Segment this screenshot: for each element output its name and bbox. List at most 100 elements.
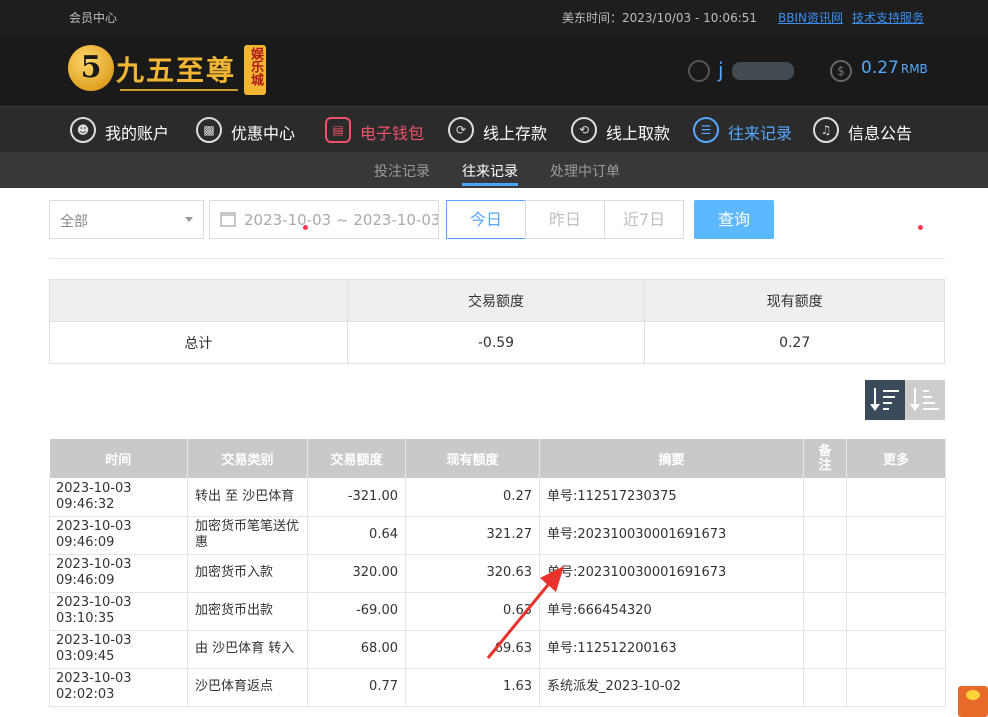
cell-time: 2023-10-03 09:46:09 — [49, 516, 188, 555]
wallet-icon: ▤ — [325, 117, 351, 143]
yesterday-button[interactable]: 昨日 — [525, 200, 605, 239]
announcements-notification-dot — [918, 225, 923, 230]
tech-support-link[interactable]: 技术支持服务 — [852, 9, 924, 26]
gift-box-icon[interactable] — [958, 686, 988, 717]
logo-tag: 娱乐城 — [244, 45, 266, 95]
server-time: 美东时间：2023/10/03 - 10:06:51 — [562, 11, 758, 25]
col-balance: 现有额度 — [405, 439, 540, 478]
cell-type: 加密货币入款 — [187, 554, 308, 593]
user-avatar-icon — [688, 60, 710, 82]
summary-header-current: 现有额度 — [644, 279, 945, 322]
cell-amount: 320.00 — [307, 554, 406, 593]
summary-total-label: 总计 — [49, 321, 348, 364]
deposit-icon: ⟳ — [448, 117, 474, 143]
site-logo[interactable]: 5 九五至尊 娱乐城 — [68, 45, 270, 97]
nav-label: 线上取款 — [606, 124, 671, 143]
top-bar: 会员中心 美东时间：2023/10/03 - 10:06:51 BBIN资讯网 … — [0, 0, 988, 34]
cell-remark — [803, 554, 847, 593]
cell-amount: -321.00 — [307, 478, 406, 517]
summary-header-empty — [49, 279, 348, 322]
bell-icon: ♫ — [813, 117, 839, 143]
cell-type: 沙巴体育返点 — [187, 668, 308, 707]
cell-amount: 0.77 — [307, 668, 406, 707]
cell-remark — [803, 478, 847, 517]
cell-type: 加密货币出款 — [187, 592, 308, 631]
sort-ascending-icon[interactable] — [905, 380, 945, 420]
cell-remark — [803, 592, 847, 631]
nav-label: 电子钱包 — [360, 124, 425, 143]
table-row: 2023-10-03 02:02:03 沙巴体育返点 0.77 1.63 系统派… — [49, 668, 946, 707]
query-button[interactable]: 查询 — [694, 200, 774, 239]
table-row: 2023-10-03 09:46:09 加密货币笔笔送优惠 0.64 321.2… — [49, 516, 946, 555]
nav-label: 往来记录 — [728, 124, 793, 143]
nav-label: 我的账户 — [105, 124, 170, 143]
last-7-days-button[interactable]: 近7日 — [604, 200, 684, 239]
nav-label: 信息公告 — [848, 124, 913, 143]
cell-more — [846, 630, 946, 669]
main-nav: ☻ 我的账户 ▩ 优惠中心 ▤ 电子钱包 ⟳ 线上存款 ⟲ 线上取款 ☰ 往来记… — [0, 106, 988, 230]
username: j — [718, 58, 724, 82]
summary-header-trade: 交易额度 — [346, 279, 646, 322]
cell-summary: 单号:112517230375 — [539, 478, 804, 517]
cell-type: 由 沙巴体育 转入 — [187, 630, 308, 669]
nav-label: 线上存款 — [483, 124, 548, 143]
cell-more — [846, 554, 946, 593]
cell-amount: 0.64 — [307, 516, 406, 555]
cell-time: 2023-10-03 03:09:45 — [49, 630, 188, 669]
summary-trade-amount: -0.59 — [346, 321, 646, 364]
user-icon: ☻ — [70, 117, 96, 143]
logo-emblem-icon: 5 — [68, 45, 114, 91]
select-value: 全部 — [60, 214, 88, 230]
cell-type: 转出 至 沙巴体育 — [187, 478, 308, 517]
dollar-icon: $ — [830, 60, 852, 82]
balance-amount: 0.27 — [861, 58, 899, 78]
col-time: 时间 — [49, 439, 188, 478]
col-type: 交易类别 — [187, 439, 308, 478]
cell-time: 2023-10-03 09:46:32 — [49, 478, 188, 517]
cell-summary: 单号:202310030001691673 — [539, 516, 804, 555]
cell-time: 2023-10-03 02:02:03 — [49, 668, 188, 707]
summary-current-amount: 0.27 — [644, 321, 945, 364]
cell-more — [846, 516, 946, 555]
cell-remark — [803, 516, 847, 555]
cell-time: 2023-10-03 03:10:35 — [49, 592, 188, 631]
tab-pending-orders[interactable]: 处理中订单 — [550, 161, 620, 181]
col-amount: 交易额度 — [307, 439, 406, 478]
date-range-value: 2023-10-03 ~ 2023-10-03 — [244, 211, 439, 229]
table-row: 2023-10-03 09:46:32 转出 至 沙巴体育 -321.00 0.… — [49, 478, 946, 517]
withdraw-icon: ⟲ — [571, 117, 597, 143]
summary-table: 交易额度 现有额度 总计 -0.59 0.27 — [49, 279, 945, 364]
divider — [49, 258, 945, 259]
sort-descending-icon[interactable] — [865, 380, 905, 420]
cell-amount: 68.00 — [307, 630, 406, 669]
cell-more — [846, 668, 946, 707]
transaction-type-select[interactable]: 全部 — [49, 200, 204, 239]
logo-text: 九五至尊 — [116, 54, 237, 87]
tab-bet-records[interactable]: 投注记录 — [374, 161, 430, 181]
cell-balance: 321.27 — [405, 516, 540, 555]
col-remark: 备注 — [803, 439, 847, 478]
cell-amount: -69.00 — [307, 592, 406, 631]
logo-ornament — [120, 89, 238, 91]
tab-transaction-records[interactable]: 往来记录 — [462, 161, 518, 181]
col-more: 更多 — [846, 439, 946, 478]
member-center-label: 会员中心 — [69, 11, 118, 25]
nav-label: 优惠中心 — [231, 124, 296, 143]
cell-summary: 系统派发_2023-10-02 — [539, 668, 804, 707]
bbin-news-link[interactable]: BBIN资讯网 — [778, 9, 843, 26]
cell-remark — [803, 630, 847, 669]
cell-more — [846, 478, 946, 517]
cell-remark — [803, 668, 847, 707]
username-redacted — [732, 62, 794, 80]
today-button[interactable]: 今日 — [446, 200, 526, 239]
caret-down-icon — [185, 217, 193, 222]
cell-balance: 0.27 — [405, 478, 540, 517]
cell-balance: 1.63 — [405, 668, 540, 707]
record-icon: ☰ — [693, 117, 719, 143]
date-range-input[interactable]: 2023-10-03 ~ 2023-10-03 — [209, 200, 439, 239]
cell-more — [846, 592, 946, 631]
gift-icon: ▩ — [196, 117, 222, 143]
calendar-icon — [220, 212, 236, 227]
table-header-row: 时间 交易类别 交易额度 现有额度 摘要 备注 更多 — [49, 439, 946, 478]
cell-type: 加密货币笔笔送优惠 — [187, 516, 308, 555]
